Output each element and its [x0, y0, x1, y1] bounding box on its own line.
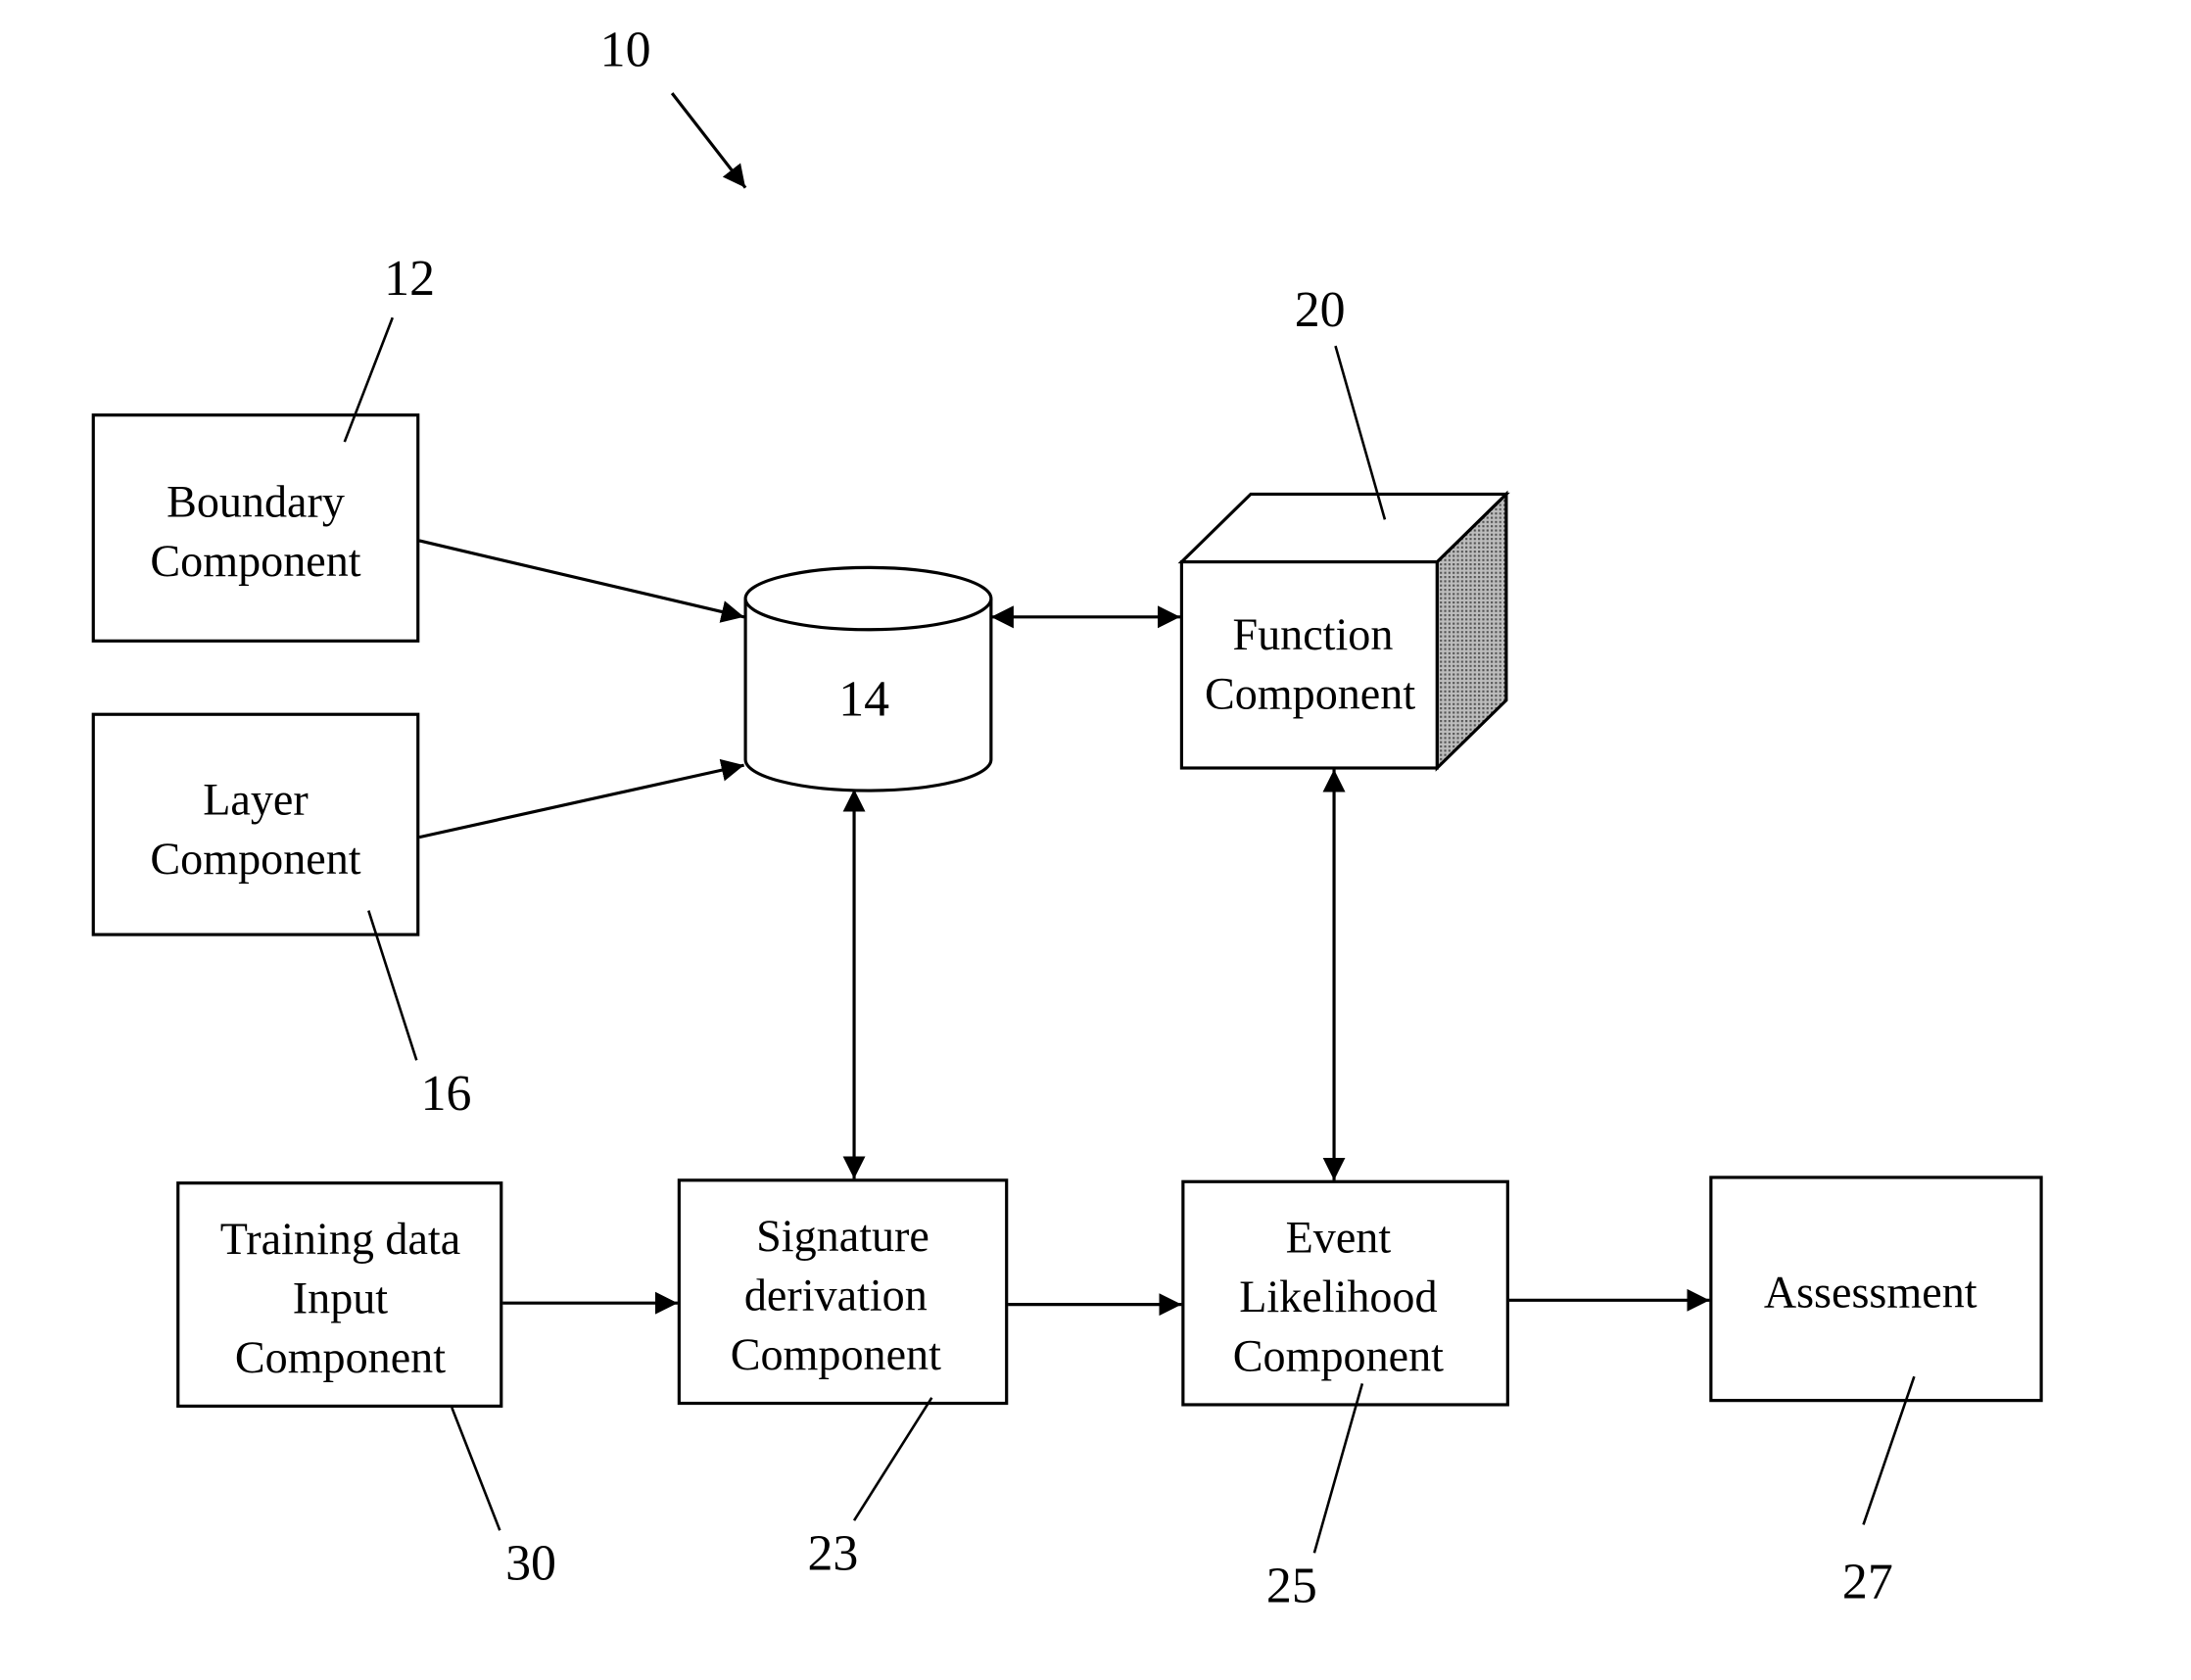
training-line-2: Input — [293, 1272, 389, 1322]
layer-line-2: Component — [150, 834, 360, 884]
database-cylinder: 14 — [743, 565, 993, 792]
arrow-layer-to-database — [418, 758, 744, 840]
boundary-line-2: Component — [150, 536, 360, 586]
event-leader-line — [1312, 1382, 1364, 1554]
signature-line-2: derivation — [744, 1270, 928, 1320]
system-diagram: 10 Boundary Component 12 Layer Component… — [91, 23, 2043, 1614]
layer-line-1: Layer — [203, 775, 309, 825]
boundary-component: Boundary Component — [91, 413, 420, 643]
event-line-2: Likelihood — [1239, 1272, 1437, 1321]
layer-ref-label: 16 — [421, 1066, 472, 1122]
assessment-component: Assessment — [1709, 1176, 2043, 1403]
figure-ref-arrow — [670, 92, 747, 189]
function-line-2: Component — [1205, 668, 1415, 718]
assessment-ref-label: 27 — [1842, 1554, 1893, 1609]
assessment-line-1: Assessment — [1764, 1268, 1977, 1318]
training-ref-label: 30 — [505, 1536, 556, 1592]
signature-line-3: Component — [731, 1329, 941, 1379]
arrow-boundary-to-database — [418, 539, 745, 623]
signature-ref-label: 23 — [808, 1526, 859, 1582]
training-line-3: Component — [235, 1332, 446, 1382]
signature-derivation-component: Signature derivation Component — [677, 1178, 1009, 1406]
event-line-1: Event — [1286, 1212, 1392, 1262]
event-line-3: Component — [1233, 1330, 1444, 1380]
function-line-1: Function — [1232, 609, 1393, 659]
function-ref-label: 20 — [1295, 282, 1346, 338]
training-data-input-component: Training data Input Component — [176, 1181, 503, 1408]
boundary-ref-label: 12 — [384, 251, 435, 307]
boundary-line-1: Boundary — [167, 476, 345, 526]
signature-line-1: Signature — [756, 1211, 929, 1261]
signature-leader-line — [852, 1397, 933, 1521]
layer-component: Layer Component — [91, 712, 420, 936]
event-likelihood-component: Event Likelihood Component — [1181, 1179, 1509, 1407]
database-ref-label: 14 — [838, 672, 889, 728]
training-leader-line — [451, 1407, 501, 1531]
function-component: Function Component — [1177, 490, 1510, 772]
event-ref-label: 25 — [1266, 1559, 1317, 1614]
figure-ref-label: 10 — [600, 23, 651, 78]
training-line-1: Training data — [220, 1214, 460, 1264]
